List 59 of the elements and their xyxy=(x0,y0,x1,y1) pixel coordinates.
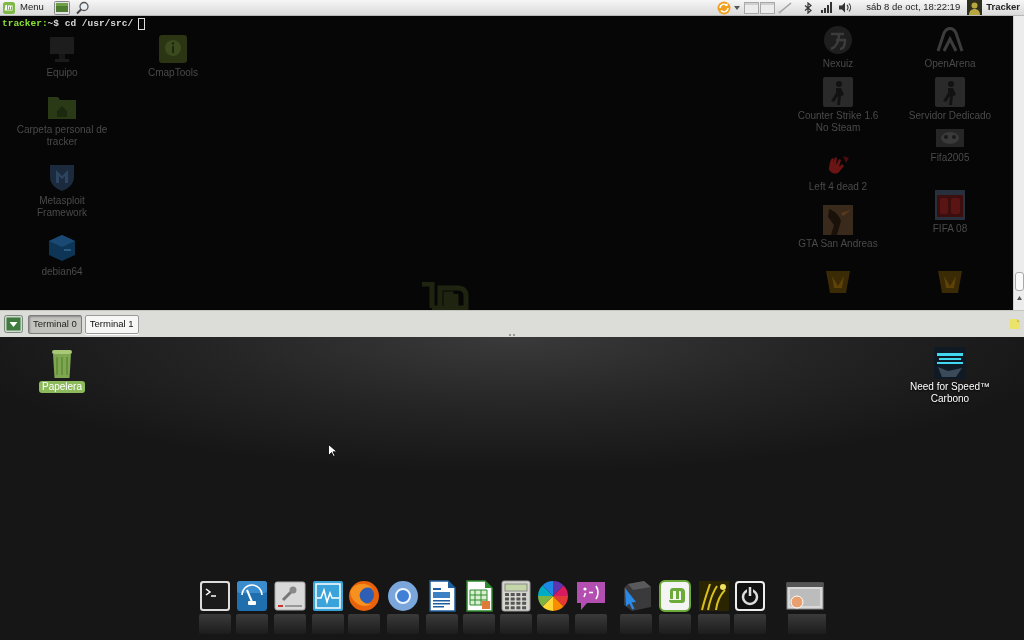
user-menu-button[interactable]: Tracker xyxy=(967,0,1020,15)
shield-icon xyxy=(47,162,77,192)
icon-label: Nexuiz xyxy=(822,58,854,70)
game-icon[interactable] xyxy=(934,347,966,379)
terminal-prompt: tracker: xyxy=(2,17,48,30)
caret-icon[interactable] xyxy=(734,5,741,10)
waveform-icon[interactable] xyxy=(312,580,344,612)
window-screenshot-icon[interactable] xyxy=(786,580,824,612)
icon-label: Counter Strike 1.6 No Steam xyxy=(796,110,880,134)
scrollbar[interactable] xyxy=(1013,16,1024,310)
icon-label: debian64 xyxy=(41,266,83,278)
document-icon[interactable] xyxy=(426,580,458,612)
image-icon[interactable] xyxy=(698,580,730,612)
icon-label: Metasploit Framework xyxy=(36,195,88,219)
icon-label: Servidor Dedicado xyxy=(908,110,992,122)
fox-globe-icon[interactable] xyxy=(348,580,380,612)
soldier-silhouette-icon xyxy=(823,77,853,107)
wallpaper-logo xyxy=(420,282,470,310)
soldier-silhouette-icon xyxy=(935,77,965,107)
volume-icon[interactable] xyxy=(839,2,853,13)
icon-label: Carpeta personal de tracker xyxy=(15,124,109,148)
scrollbar-thumb[interactable] xyxy=(1014,272,1024,291)
power-icon[interactable] xyxy=(734,580,766,612)
terminal-tab[interactable]: Terminal 0 xyxy=(28,314,82,334)
calculator-icon[interactable] xyxy=(500,580,532,612)
spreadsheet-icon[interactable] xyxy=(463,580,495,612)
gauge-icon[interactable] xyxy=(236,580,268,612)
round-emblem-icon xyxy=(823,25,853,55)
icon-label: OpenArena xyxy=(924,58,976,70)
signal-bars-icon[interactable] xyxy=(821,2,834,13)
scroll-arrow-icon[interactable] xyxy=(1016,296,1022,300)
terminal-icon[interactable] xyxy=(199,580,231,612)
artwork-icon xyxy=(823,205,853,235)
block-cursor-icon xyxy=(138,17,146,30)
logo-icon[interactable] xyxy=(659,580,691,612)
icon-label: FIFA 08 xyxy=(932,223,968,235)
clock-button[interactable]: sáb 8 de oct, 18:22:19 xyxy=(866,0,961,15)
poster-icon xyxy=(935,190,965,220)
mint-logo-icon xyxy=(3,1,15,14)
bluetooth-icon[interactable] xyxy=(804,1,813,14)
menu-button[interactable]: Menu xyxy=(0,0,47,15)
icon-label: CmapTools xyxy=(148,67,198,79)
color-wheel-icon[interactable] xyxy=(537,580,569,612)
mouse-pointer-icon xyxy=(328,444,336,457)
icon-label: Equipo xyxy=(46,67,78,79)
cube-icon xyxy=(47,233,77,263)
terminal-command: ~$ cd /usr/src/ xyxy=(47,17,134,30)
info-bubble-icon xyxy=(158,34,188,64)
user-avatar-icon xyxy=(967,0,983,15)
chat-bubble-icon[interactable] xyxy=(575,580,607,612)
terminal-tab[interactable]: Terminal 1 xyxy=(84,314,139,334)
icon-label: GTA San Andreas xyxy=(798,238,878,250)
arrow-down-icon[interactable] xyxy=(4,315,23,333)
icon-label: Fifa2005 xyxy=(930,152,970,164)
wrench-icon[interactable] xyxy=(274,580,306,612)
icon-label: Left 4 dead 2 xyxy=(808,181,868,193)
icon-label[interactable]: Need for Speed™ Carbono xyxy=(902,381,998,405)
search-icon[interactable] xyxy=(74,0,91,15)
sphere-icon[interactable] xyxy=(387,580,419,612)
